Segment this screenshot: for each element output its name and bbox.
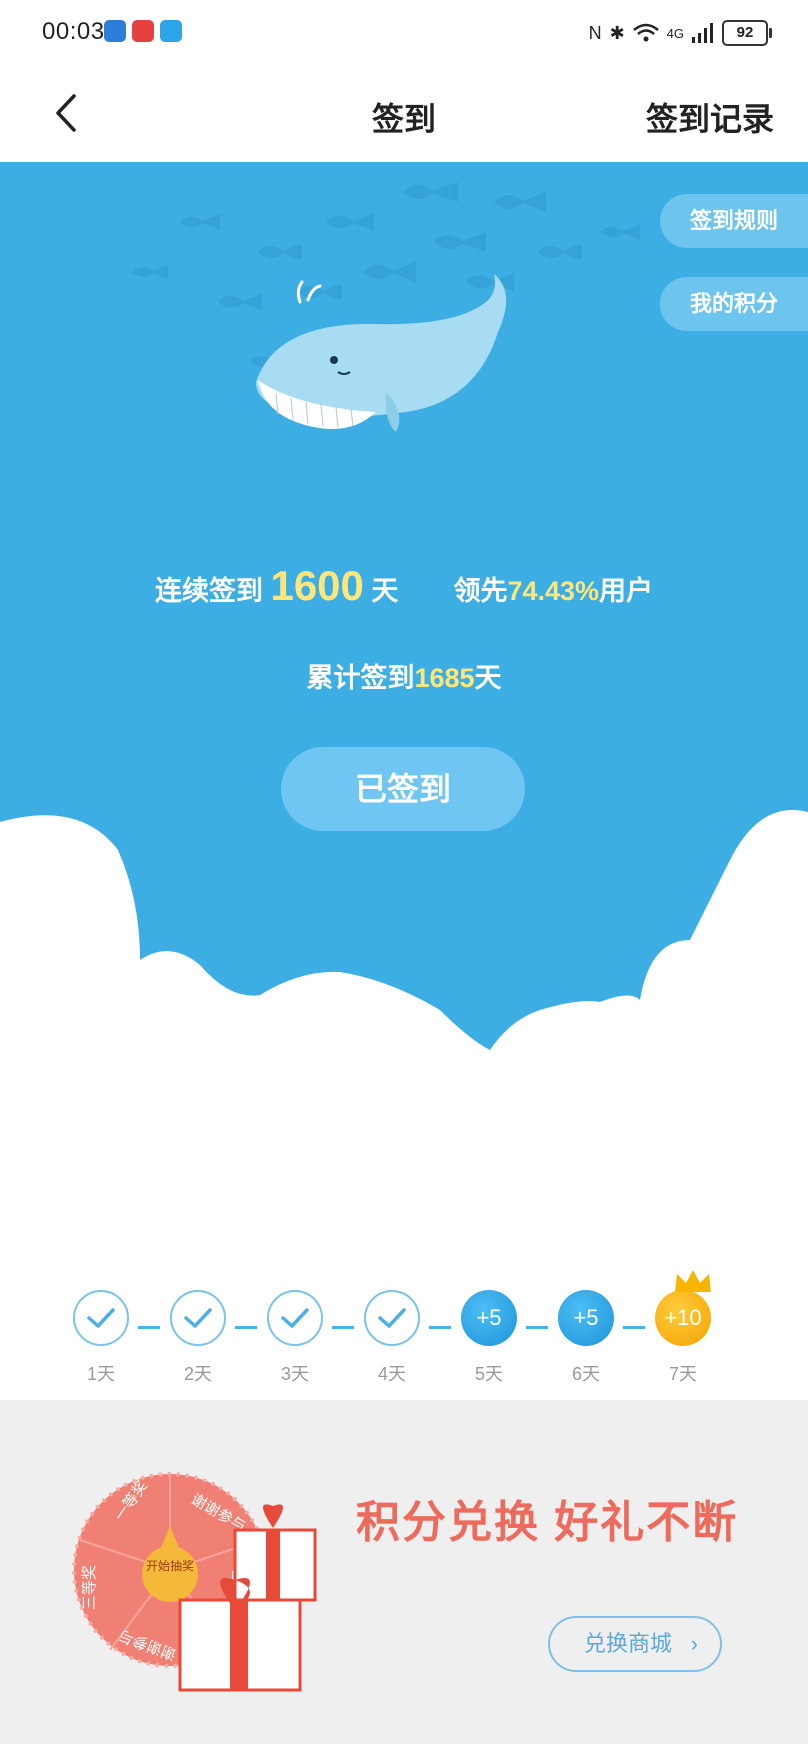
weekly-progress: 1天 2天 3天 4天 +5 5天 +5 6天 +10 7天	[0, 1270, 808, 1400]
lucky-wheel-illustration: 一等奖 谢谢参与 二等奖 三等奖 谢谢参与 开始抽奖	[72, 1472, 317, 1692]
day-6-reward: +5	[558, 1290, 614, 1346]
banner-title: 积分兑换 好礼不断	[356, 1498, 739, 1547]
day-3-check	[267, 1290, 323, 1346]
checkmark-icon	[281, 1308, 309, 1328]
progress-connector	[526, 1326, 548, 1329]
day-label: 2天	[183, 1364, 212, 1384]
day-label: 7天	[668, 1364, 697, 1384]
day-4-check	[364, 1290, 420, 1346]
checkmark-icon	[87, 1308, 115, 1328]
checkmark-icon	[184, 1308, 212, 1328]
day-label: 4天	[377, 1364, 406, 1384]
day-6: +5 6天	[556, 1290, 616, 1386]
day-1-check	[73, 1290, 129, 1346]
wheel-segment-4: 三等奖	[80, 1565, 98, 1610]
points-exchange-banner[interactable]: 一等奖 谢谢参与 二等奖 三等奖 谢谢参与 开始抽奖 积分兑换 好礼不断 兑换商…	[0, 1400, 808, 1744]
progress-connector	[332, 1326, 354, 1329]
day-7-reward: +10	[655, 1290, 711, 1346]
crown-icon	[675, 1270, 711, 1292]
day-7: +10 7天	[653, 1270, 713, 1386]
day-label: 1天	[86, 1364, 115, 1384]
progress-connector	[235, 1326, 257, 1329]
progress-connector	[138, 1326, 160, 1329]
progress-connector	[623, 1326, 645, 1329]
wheel-center-label: 开始抽奖	[146, 1559, 194, 1573]
day-3: 3天	[265, 1290, 325, 1386]
progress-connector	[429, 1326, 451, 1329]
exchange-mall-button[interactable]: 兑换商城 ›	[548, 1616, 722, 1672]
day-2-check	[170, 1290, 226, 1346]
day-label: 6天	[571, 1364, 600, 1384]
exchange-mall-label: 兑换商城	[584, 1631, 673, 1656]
day-5-reward: +5	[461, 1290, 517, 1346]
checkmark-icon	[378, 1308, 406, 1328]
day-label: 5天	[474, 1364, 503, 1384]
day-4: 4天	[362, 1290, 422, 1386]
chevron-right-icon: ›	[690, 1631, 698, 1656]
day-5: +5 5天	[459, 1290, 519, 1386]
day-2: 2天	[168, 1290, 228, 1386]
day-label: 3天	[280, 1364, 309, 1384]
day-1: 1天	[71, 1290, 131, 1386]
cloud-decoration	[0, 810, 808, 1062]
